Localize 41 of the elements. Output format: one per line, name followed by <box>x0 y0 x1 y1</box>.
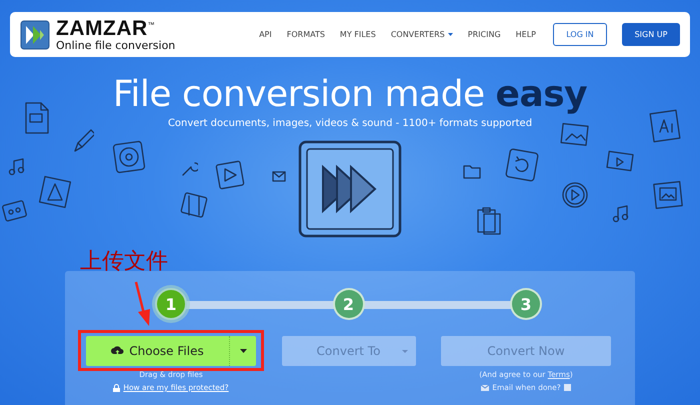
play-icon <box>560 180 590 210</box>
image-icon <box>652 178 686 212</box>
folder-icon <box>463 163 481 179</box>
hero-title: File conversion made easy <box>112 73 588 117</box>
refresh-icon <box>505 148 539 182</box>
annotation-label: 上传文件 <box>80 249 168 275</box>
nav-link[interactable]: API <box>259 30 272 39</box>
caret-icon <box>240 349 246 353</box>
step-indicator: 1 <box>155 288 187 320</box>
document-icon <box>648 108 682 144</box>
nav-link[interactable]: FORMATS <box>286 30 325 39</box>
choose-files-button[interactable]: Choose Files <box>86 336 256 366</box>
nav-link[interactable]: MY FILES <box>340 30 376 39</box>
nav-link[interactable]: PRICING <box>468 30 501 39</box>
image-icon <box>560 122 590 148</box>
step-indicator: 3 <box>510 288 542 320</box>
upload-cloud-icon <box>111 346 124 356</box>
brand-tagline: Online file conversion <box>56 40 176 51</box>
cassette-icon <box>2 200 28 222</box>
caret-icon <box>402 350 408 352</box>
logo-icon <box>20 20 50 50</box>
music-note-icon <box>612 205 630 223</box>
music-note-icon <box>8 158 26 176</box>
video-icon <box>605 150 635 174</box>
nav-link[interactable]: CONVERTERS <box>390 30 453 39</box>
login-button[interactable]: LOG IN <box>553 23 607 46</box>
envelope-icon <box>272 171 286 182</box>
nav-link[interactable]: HELP <box>516 30 536 39</box>
film-icon <box>180 192 208 218</box>
hero-subtitle: Convert documents, images, videos & sound - 1100+ formats supported <box>168 117 532 131</box>
brand-name: ZAMZAR$^{™}$ <box>56 18 156 39</box>
play-icon <box>215 160 245 190</box>
pencil-icon <box>72 128 94 154</box>
signup-button[interactable]: SIGN UP <box>622 23 680 46</box>
lock-icon <box>113 384 120 392</box>
clipboard-icon <box>475 205 503 237</box>
caret-icon <box>448 33 453 36</box>
triangle-icon <box>38 175 72 209</box>
annotation-arrow <box>133 281 153 327</box>
envelope-icon <box>481 384 490 390</box>
step-indicator: 2 <box>332 288 364 320</box>
